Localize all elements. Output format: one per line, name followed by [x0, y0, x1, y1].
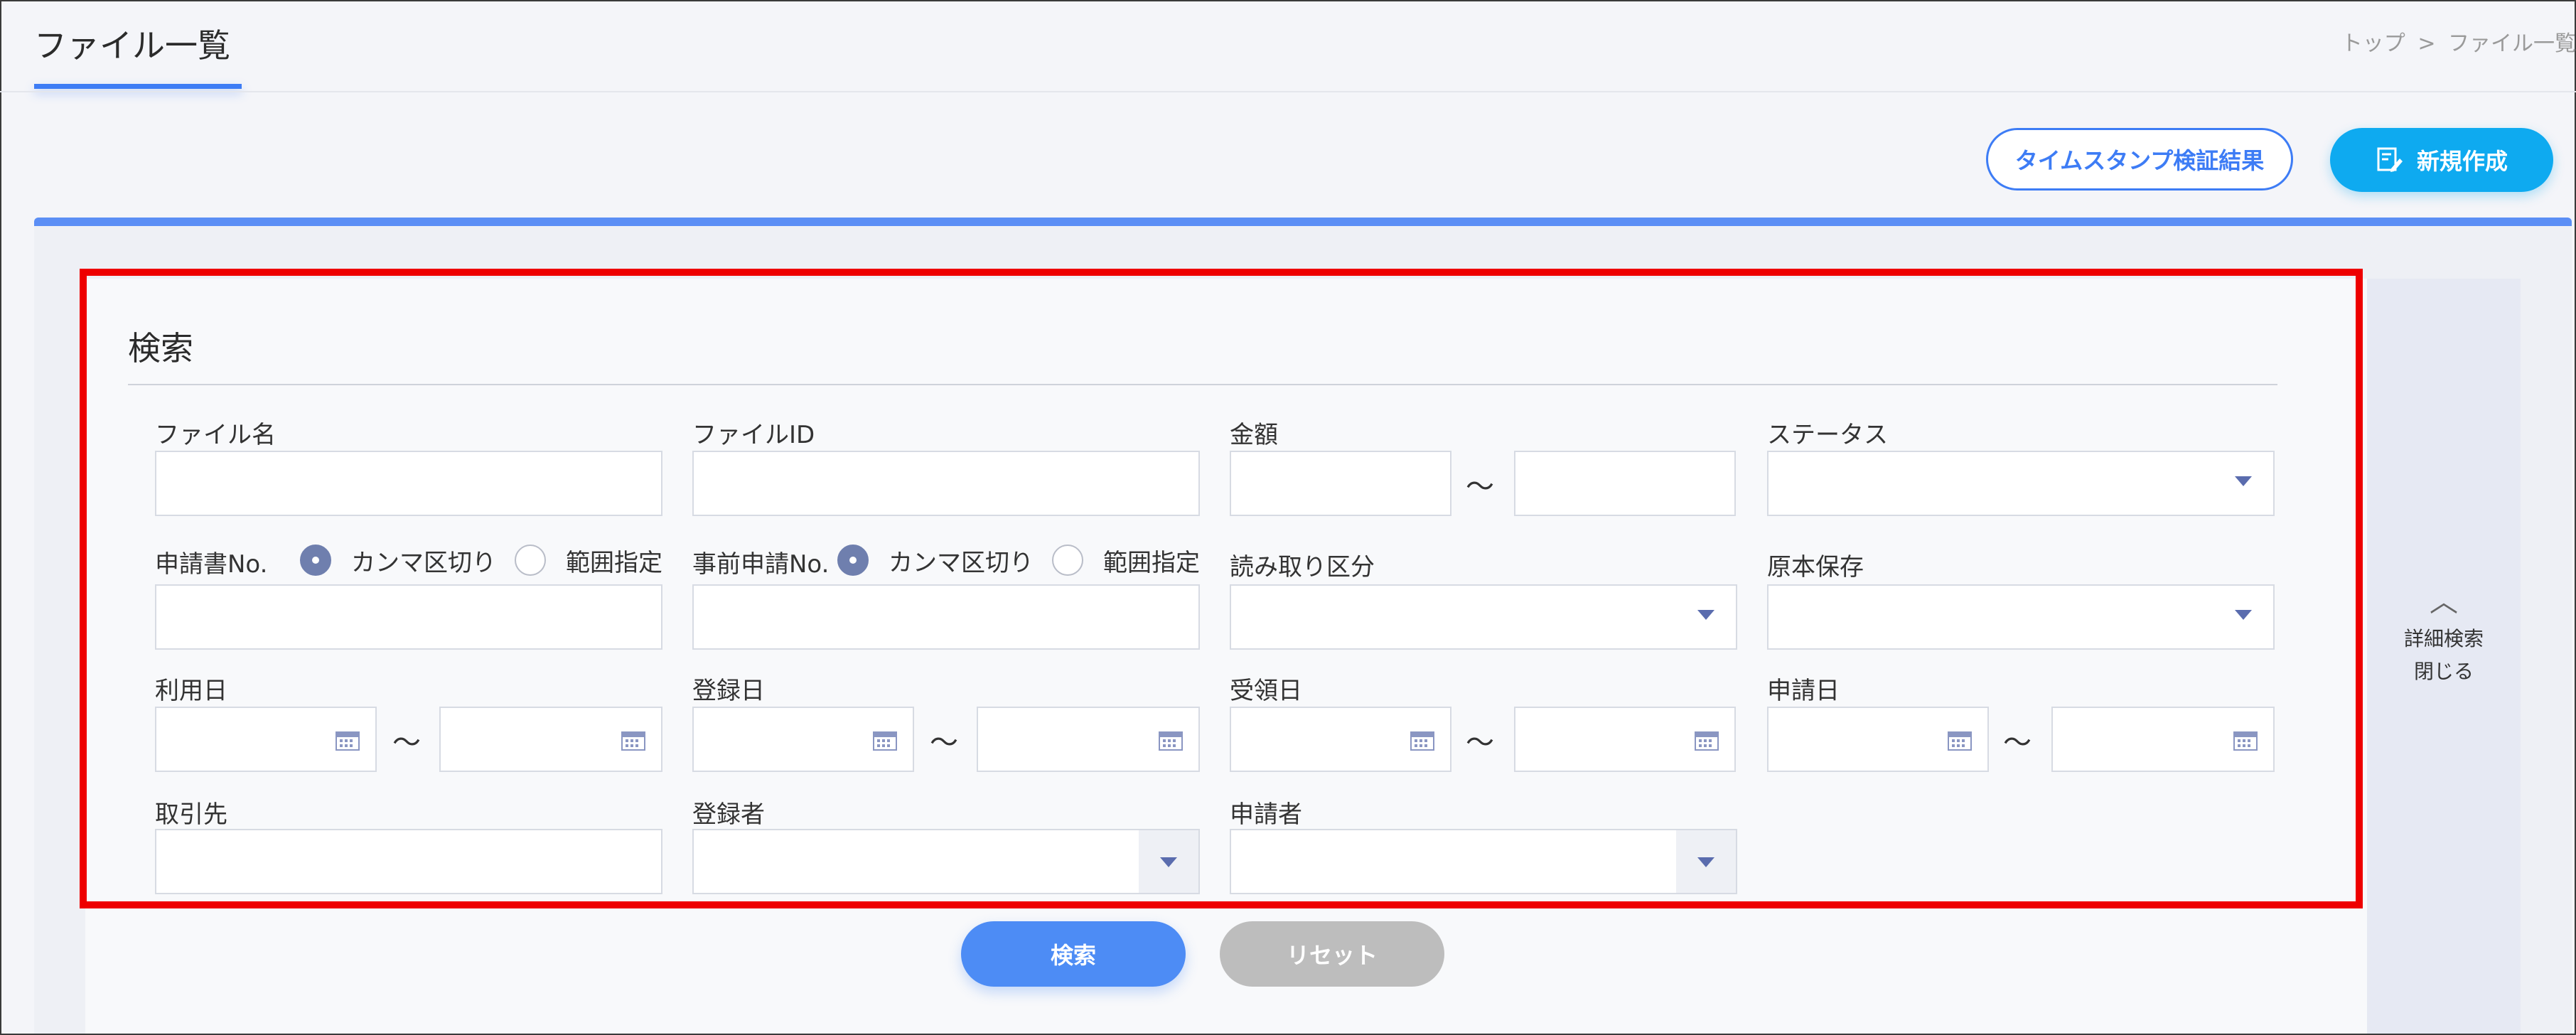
highlight-annotation-box: [80, 269, 2363, 908]
new-create-label: 新規作成: [2416, 148, 2508, 175]
timestamp-verification-button[interactable]: タイムスタンプ検証結果: [1986, 128, 2293, 191]
search-button[interactable]: 検索: [961, 921, 1186, 987]
panel-accent-bar: [34, 218, 2572, 226]
close-label: 閉じる: [2413, 660, 2474, 683]
breadcrumb-current: ファイル一覧: [2448, 31, 2576, 56]
header-divider: [0, 91, 2576, 92]
edit-document-icon: [2377, 147, 2403, 172]
new-create-button[interactable]: 新規作成: [2330, 128, 2553, 192]
chevron-up-icon: ︿: [2430, 586, 2458, 618]
advanced-search-close-toggle[interactable]: ︿ 詳細検索 閉じる: [2367, 586, 2521, 688]
title-underline: [34, 84, 242, 89]
breadcrumb-separator: >: [2417, 31, 2436, 56]
advanced-search-label: 詳細検索: [2403, 627, 2484, 650]
reset-button[interactable]: リセット: [1220, 921, 1444, 987]
breadcrumb-top-link[interactable]: トップ: [2341, 31, 2405, 56]
breadcrumb: トップ > ファイル一覧: [2336, 26, 2576, 57]
page-title: ファイル一覧: [34, 26, 230, 65]
